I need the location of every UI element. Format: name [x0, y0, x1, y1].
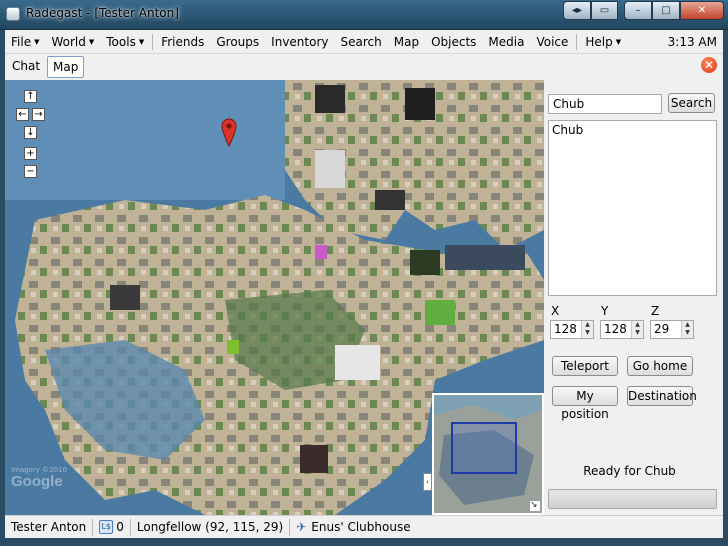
tab-map[interactable]: Map [47, 56, 85, 78]
minimap[interactable]: ↘ [432, 393, 544, 515]
menu-world[interactable]: World ▼ [45, 30, 100, 54]
pan-left-button[interactable]: ← [16, 108, 29, 121]
menu-search[interactable]: Search [335, 30, 388, 54]
minimize-button[interactable]: – [624, 1, 652, 20]
minimap-imagery [434, 395, 542, 513]
destination-button[interactable]: Destination [627, 386, 697, 406]
region-search-input[interactable]: Chub [548, 94, 662, 114]
chevron-down-icon: ▼ [138, 37, 145, 46]
close-tab-icon[interactable]: ✕ [701, 57, 717, 73]
y-coordinate-stepper[interactable]: 128 ▲ ▼ [600, 320, 644, 339]
menu-file-label: File [11, 34, 32, 49]
resize-corner-icon[interactable]: ↘ [530, 501, 540, 511]
menu-help-label: Help [585, 34, 613, 49]
world-map[interactable]: ↑ ← → ↓ + − Imagery ©2010 Google ‹ ↘ [5, 80, 544, 515]
pan-right-button[interactable]: → [32, 108, 45, 121]
zoom-in-button[interactable]: + [24, 147, 37, 160]
go-home-button[interactable]: Go home [627, 356, 693, 376]
window-controls: ◂▸ ▭ – □ ✕ [563, 1, 724, 21]
list-item[interactable]: Chub [552, 123, 713, 137]
menu-tools-label: Tools [106, 34, 136, 49]
parcel-name: Enus' Clubhouse [311, 520, 411, 534]
menu-tools[interactable]: Tools ▼ [100, 30, 150, 54]
x-value: 128 [554, 322, 577, 336]
menu-world-label: World [51, 34, 86, 49]
menu-media[interactable]: Media [482, 30, 530, 54]
menu-groups[interactable]: Groups [210, 30, 265, 54]
restore-tile-button[interactable]: ▭ [591, 1, 618, 20]
minimap-toggle-button[interactable]: ‹ [423, 473, 432, 491]
my-position-button[interactable]: My position [552, 386, 618, 421]
menu-friends[interactable]: Friends [155, 30, 210, 54]
search-results-list[interactable]: Chub [548, 120, 717, 296]
z-coordinate-stepper[interactable]: 29 ▲ ▼ [650, 320, 694, 339]
spin-arrows-icon[interactable]: ▲ ▼ [681, 321, 693, 338]
menu-file[interactable]: File ▼ [5, 30, 45, 54]
close-window-button[interactable]: ✕ [680, 1, 724, 20]
map-side-panel: Chub Search Chub X Y Z 128 ▲ ▼ 128 ▲ ▼ 29 … [544, 80, 723, 515]
tab-chat[interactable]: Chat [7, 56, 45, 78]
pan-up-button[interactable]: ↑ [24, 90, 37, 103]
spin-arrows-icon[interactable]: ▲ ▼ [581, 321, 593, 338]
teleport-progress-bar [548, 489, 717, 509]
teleport-status: Ready for Chub [583, 464, 676, 478]
teleport-button[interactable]: Teleport [552, 356, 618, 376]
y-value: 128 [604, 322, 627, 336]
spin-arrows-icon[interactable]: ▲ ▼ [631, 321, 643, 338]
location-pin-icon[interactable] [221, 117, 237, 147]
x-label: X [551, 304, 560, 318]
menu-separator [152, 33, 154, 50]
status-region: Longfellow (92, 115, 29) [136, 520, 284, 534]
z-value: 29 [654, 322, 670, 336]
parcel-icon: ✈ [296, 520, 307, 534]
search-button[interactable]: Search [668, 93, 715, 113]
menu-bar: File ▼ World ▼ Tools ▼ Friends Groups Inven… [5, 30, 723, 54]
currency-icon: L$ [99, 520, 114, 534]
status-parcel[interactable]: ✈ Enus' Clubhouse [290, 520, 416, 534]
clock: 3:13 AM [667, 34, 717, 49]
title-bar: Radegast - [Tester Anton] ◂▸ ▭ – □ ✕ [0, 0, 728, 30]
y-label: Y [601, 304, 609, 318]
status-bar: Tester Anton L$ 0 Longfellow (92, 115, 2… [5, 515, 723, 538]
chevron-down-icon: ▼ [34, 37, 40, 46]
tab-bar: Chat Map ✕ [5, 54, 723, 80]
status-user: Tester Anton [11, 520, 87, 534]
google-watermark: Google [11, 473, 63, 490]
z-label: Z [651, 304, 660, 318]
menu-objects[interactable]: Objects [425, 30, 482, 54]
menu-voice[interactable]: Voice [530, 30, 574, 54]
app-icon [6, 7, 20, 21]
menu-help[interactable]: Help ▼ [579, 30, 627, 54]
menu-map[interactable]: Map [388, 30, 425, 54]
chevron-down-icon: ▼ [88, 37, 95, 46]
maximize-button[interactable]: □ [652, 1, 680, 20]
status-count: 0 [116, 520, 124, 534]
menu-separator [576, 33, 578, 50]
chevron-down-icon: ▼ [615, 37, 622, 46]
zoom-out-button[interactable]: − [24, 165, 37, 178]
window-title: Radegast - [Tester Anton] [26, 6, 179, 20]
pan-down-button[interactable]: ↓ [24, 126, 37, 139]
nav-arrows-button[interactable]: ◂▸ [563, 1, 591, 20]
menu-inventory[interactable]: Inventory [265, 30, 334, 54]
x-coordinate-stepper[interactable]: 128 ▲ ▼ [550, 320, 594, 339]
status-lindens: L$ 0 [93, 520, 130, 534]
